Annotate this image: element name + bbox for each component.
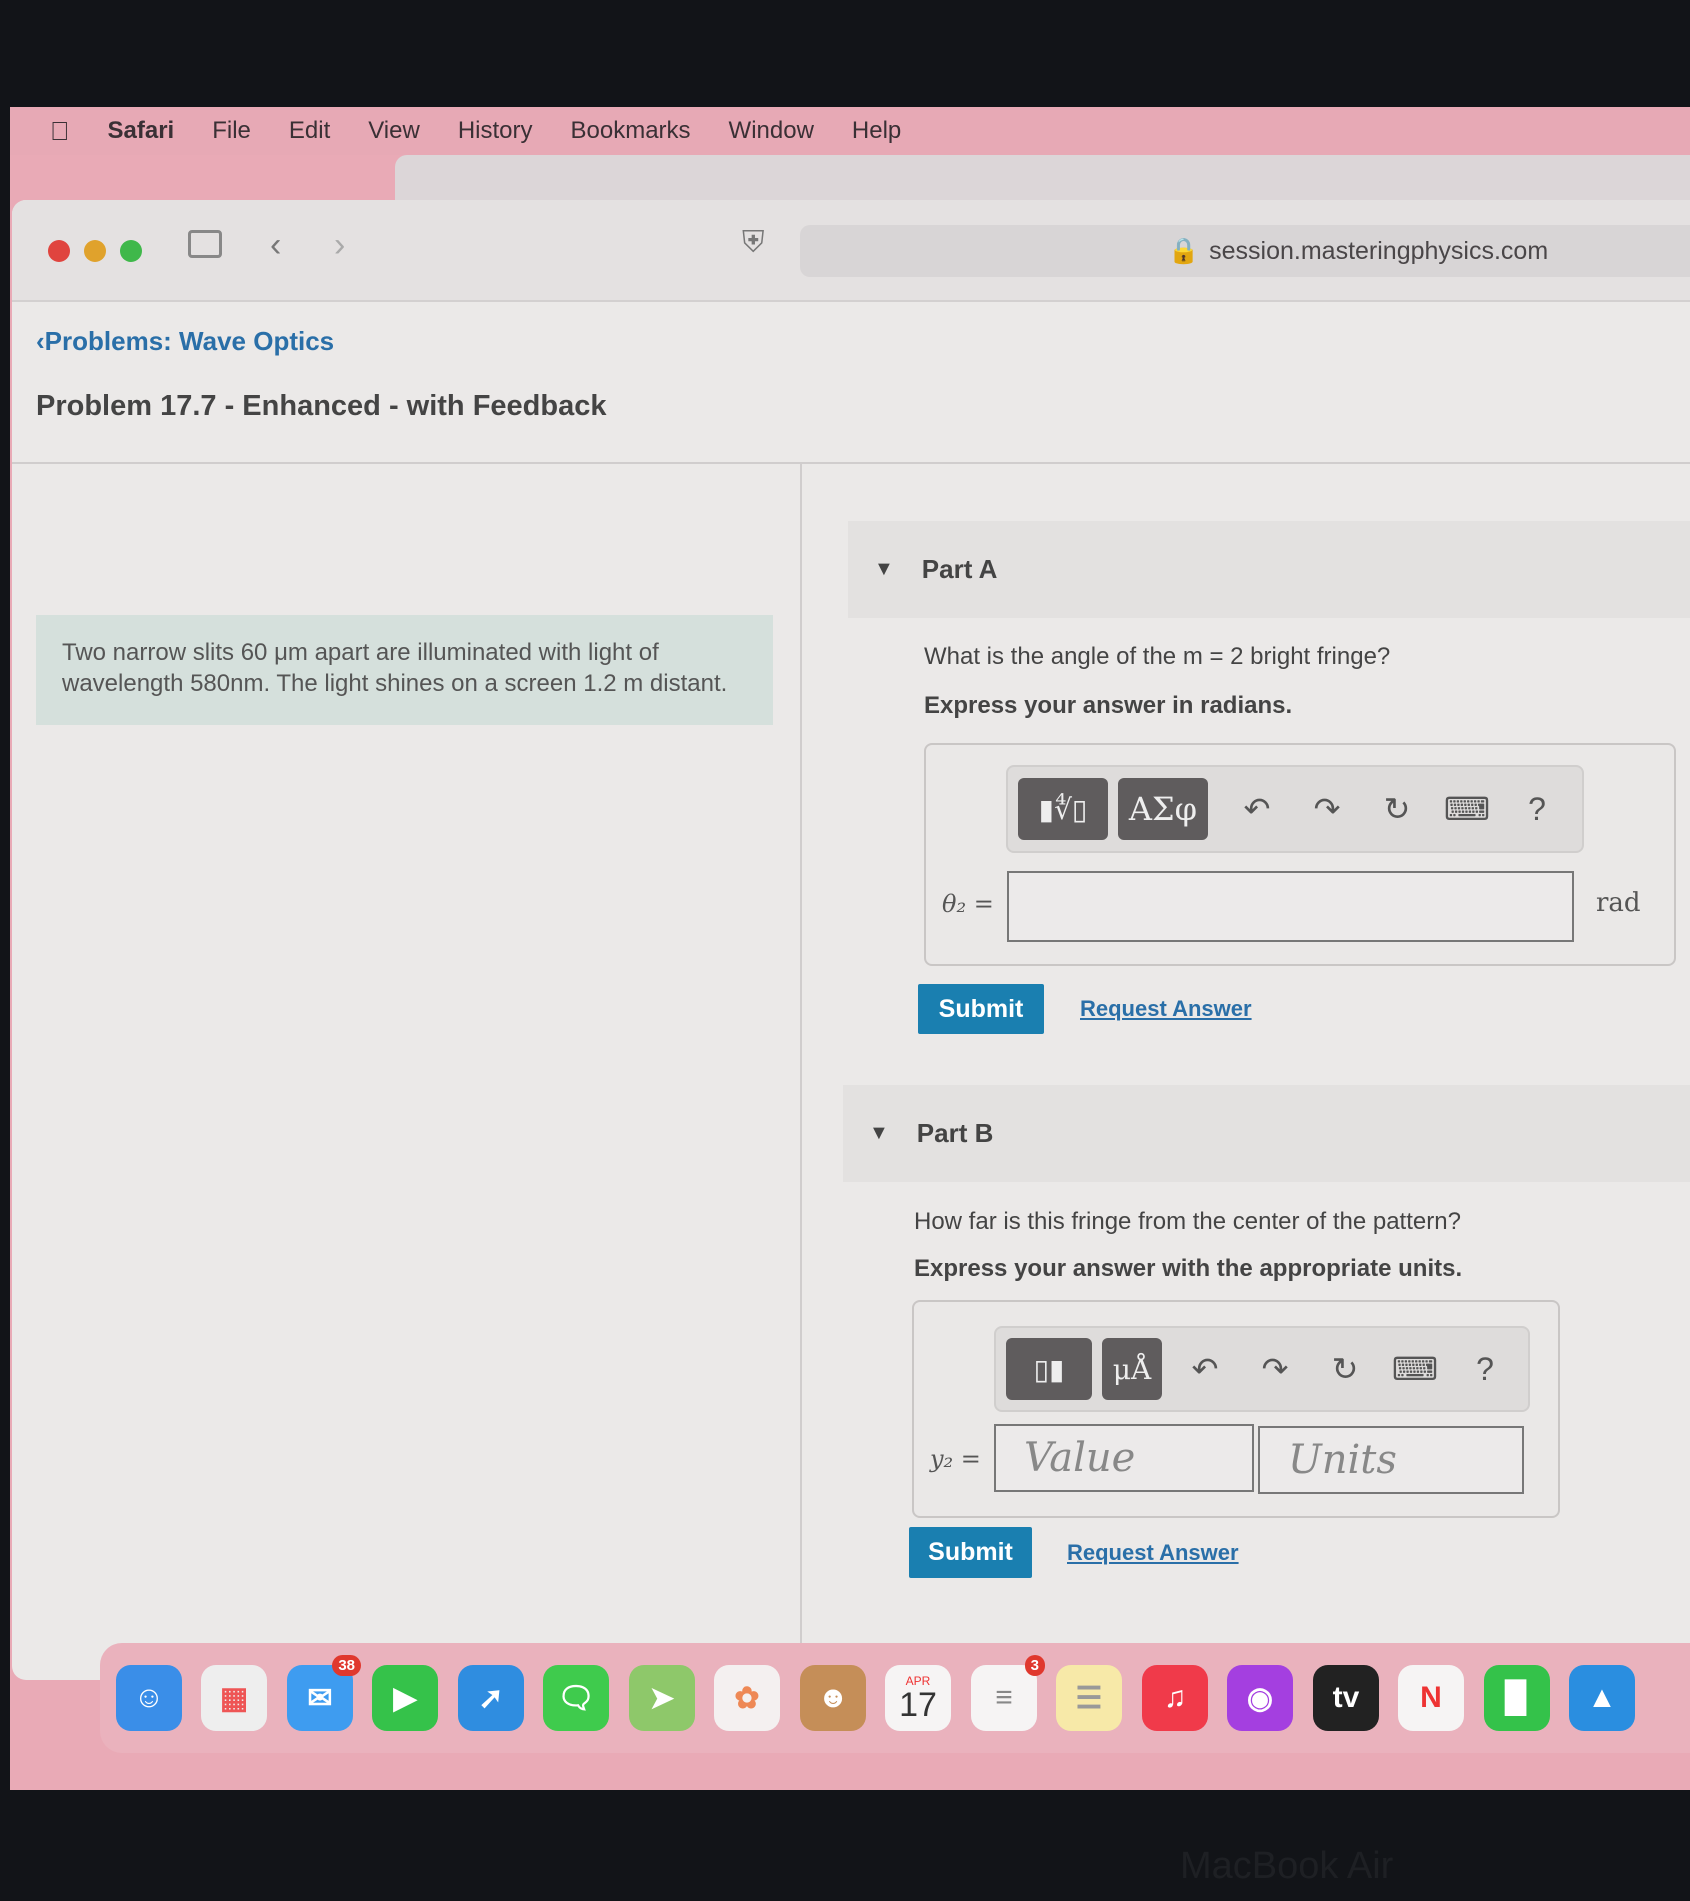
problem-intro: Two narrow slits 60 μm apart are illumin… (36, 615, 773, 725)
close-button[interactable] (48, 240, 70, 262)
part-a-question: What is the angle of the m = 2 bright fr… (924, 643, 1391, 670)
math-toolbar: ▮∜▯ ΑΣφ ↶ ↷ ↻ ⌨ ? (1006, 765, 1584, 853)
address-bar[interactable]: 🔒 session.masteringphysics.com (800, 225, 1690, 277)
part-b-question: How far is this fringe from the center o… (914, 1208, 1461, 1235)
part-a-instruction: Express your answer in radians. (924, 692, 1293, 719)
photos-icon[interactable]: ✿ (714, 1665, 780, 1731)
news-icon[interactable]: N (1398, 1665, 1464, 1731)
menu-view[interactable]: View (368, 117, 420, 145)
browser-window: ‹ › ⛨ 🔒 session.masteringphysics.com ‹Pr… (12, 200, 1690, 1680)
templates-button[interactable]: ▮∜▯ (1018, 778, 1108, 840)
symbols-button[interactable]: ΑΣφ (1118, 778, 1208, 840)
variable-label: y₂ = (930, 1445, 981, 1473)
undo-icon[interactable]: ↶ (1222, 790, 1292, 828)
calendar-icon[interactable]: APR 17 (885, 1665, 951, 1731)
reset-icon[interactable]: ↻ (1310, 1350, 1380, 1388)
part-b-label: Part B (916, 1118, 994, 1148)
device-logo: MacBook Air (1180, 1845, 1394, 1887)
part-b-answer-box: ▯▮ μÅ ↶ ↷ ↻ ⌨ ? y₂ = Value Units (912, 1300, 1560, 1518)
reminders-icon[interactable]: ≡ 3 (971, 1655, 1045, 1731)
column-divider (800, 464, 802, 1680)
menu-app-name[interactable]: Safari (108, 117, 175, 145)
dock: ☺ ▦ ✉ 38 ▶ ➚ 🗨 ➤ ✿ ☻ APR 17 ≡ 3 ☰ ♫ ◉ tv N … (100, 1643, 1690, 1753)
part-b-header[interactable]: ▼ Part B (843, 1085, 1690, 1182)
menu-history[interactable]: History (458, 117, 533, 145)
mail-icon[interactable]: ✉ 38 (287, 1655, 361, 1731)
music-icon[interactable]: ♫ (1142, 1665, 1208, 1731)
zoom-button[interactable] (120, 240, 142, 262)
math-toolbar: ▯▮ μÅ ↶ ↷ ↻ ⌨ ? (994, 1326, 1530, 1412)
request-answer-link[interactable]: Request Answer (1080, 996, 1252, 1022)
url-text: session.masteringphysics.com (1209, 236, 1549, 265)
contacts-icon[interactable]: ☻ (800, 1665, 866, 1731)
facetime-icon[interactable]: ▶ (372, 1665, 438, 1731)
minimize-button[interactable] (84, 240, 106, 262)
help-button[interactable]: ? (1450, 1351, 1520, 1388)
breadcrumb-label: Problems: Wave Optics (44, 326, 335, 356)
tv-icon[interactable]: tv (1313, 1665, 1379, 1731)
undo-icon[interactable]: ↶ (1170, 1350, 1240, 1388)
shield-icon[interactable]: ⛨ (742, 226, 765, 260)
back-icon[interactable]: ‹ (270, 226, 281, 265)
answer-input[interactable] (1007, 871, 1574, 942)
mail-badge: 38 (332, 1655, 361, 1676)
keynote-icon[interactable]: ▲ (1569, 1665, 1635, 1731)
tv-label: tv (1332, 1681, 1360, 1714)
part-a-header[interactable]: ▼ Part A (848, 521, 1690, 618)
messages-icon[interactable]: 🗨 (543, 1665, 609, 1731)
redo-icon[interactable]: ↷ (1292, 790, 1362, 828)
menu-edit[interactable]: Edit (289, 117, 330, 145)
units-input[interactable]: Units (1258, 1426, 1524, 1494)
help-button[interactable]: ? (1502, 791, 1572, 828)
menu-bar:  Safari File Edit View History Bookmark… (10, 107, 1690, 155)
unit-label: rad (1596, 888, 1641, 918)
part-a-label: Part A (921, 554, 998, 584)
request-answer-link[interactable]: Request Answer (1067, 1540, 1239, 1566)
menu-bookmarks[interactable]: Bookmarks (571, 117, 691, 145)
lock-icon: 🔒 (1168, 236, 1200, 265)
page-title: Problem 17.7 - Enhanced - with Feedback (36, 390, 607, 422)
part-a-answer-box: ▮∜▯ ΑΣφ ↶ ↷ ↻ ⌨ ? θ₂ = rad (924, 743, 1676, 966)
submit-button[interactable]: Submit (918, 984, 1044, 1034)
keyboard-icon[interactable]: ⌨ (1380, 1350, 1450, 1388)
menu-window[interactable]: Window (729, 117, 814, 145)
podcasts-icon[interactable]: ◉ (1227, 1665, 1293, 1731)
collapse-icon: ▼ (874, 558, 894, 580)
submit-button[interactable]: Submit (909, 1527, 1032, 1578)
units-button[interactable]: μÅ (1102, 1338, 1162, 1400)
notes-icon[interactable]: ☰ (1056, 1665, 1122, 1731)
part-b-instruction: Express your answer with the appropriate… (914, 1255, 1463, 1282)
maps-icon[interactable]: ➤ (629, 1665, 695, 1731)
value-input[interactable]: Value (994, 1424, 1254, 1492)
sidebar-icon[interactable] (188, 230, 222, 258)
redo-icon[interactable]: ↷ (1240, 1350, 1310, 1388)
menu-help[interactable]: Help (852, 117, 901, 145)
finder-icon[interactable]: ☺ (116, 1665, 182, 1731)
variable-label: θ₂ = (942, 890, 994, 918)
divider (12, 462, 1690, 464)
breadcrumb[interactable]: ‹Problems: Wave Optics (36, 326, 334, 357)
reset-icon[interactable]: ↻ (1362, 790, 1432, 828)
forward-icon[interactable]: › (334, 226, 345, 265)
reminders-badge: 3 (1024, 1655, 1045, 1676)
browser-toolbar: ‹ › ⛨ 🔒 session.masteringphysics.com (12, 200, 1690, 302)
templates-button[interactable]: ▯▮ (1006, 1338, 1092, 1400)
apple-icon[interactable]:  (50, 116, 70, 147)
numbers-icon[interactable]: ▉ (1484, 1665, 1550, 1731)
keyboard-icon[interactable]: ⌨ (1432, 790, 1502, 828)
background-window (395, 155, 1690, 205)
menu-file[interactable]: File (212, 117, 251, 145)
launchpad-icon[interactable]: ▦ (201, 1665, 267, 1731)
collapse-icon: ▼ (869, 1122, 889, 1144)
safari-icon[interactable]: ➚ (458, 1665, 524, 1731)
calendar-day: 17 (899, 1686, 937, 1724)
